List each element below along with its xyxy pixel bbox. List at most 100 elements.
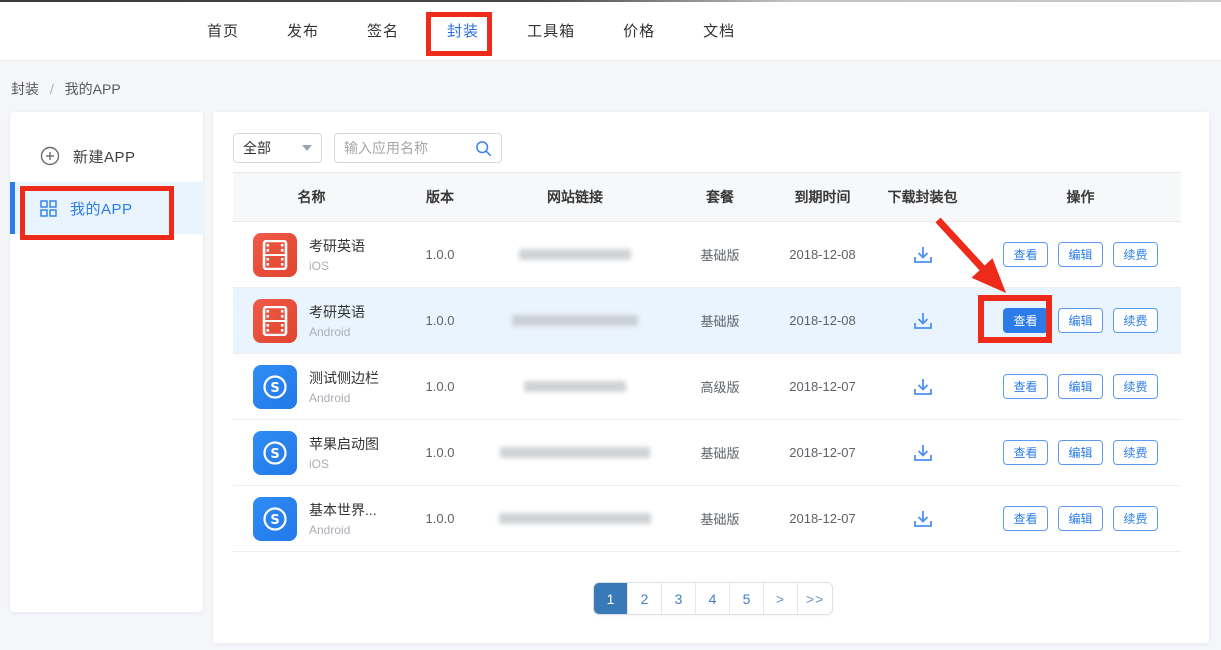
breadcrumb-current: 我的APP	[65, 81, 121, 97]
renew-button[interactable]: 续费	[1113, 308, 1158, 333]
view-button[interactable]: 查看	[1003, 440, 1048, 465]
last-page-button[interactable]: >>	[798, 583, 832, 614]
page-button-5[interactable]: 5	[730, 583, 764, 614]
svg-text:S: S	[270, 381, 279, 396]
blurred-website-link	[499, 513, 651, 524]
sidebar-item-new-app[interactable]: 新建APP	[10, 130, 203, 182]
header-package: 套餐	[660, 187, 780, 207]
edit-button[interactable]: 编辑	[1058, 242, 1103, 267]
breadcrumb: 封装 / 我的APP	[11, 79, 121, 99]
view-button[interactable]: 查看	[1003, 506, 1048, 531]
nav-item-package[interactable]: 封装	[447, 16, 479, 45]
sidebar-item-new-app-label: 新建APP	[73, 146, 136, 167]
renew-button[interactable]: 续费	[1113, 506, 1158, 531]
app-expiry-date: 2018-12-08	[780, 313, 865, 328]
header-link: 网站链接	[490, 187, 660, 207]
nav-item-home[interactable]: 首页	[207, 16, 239, 45]
svg-text:S: S	[270, 513, 279, 528]
grid-icon	[40, 200, 57, 217]
sidebar-item-my-app[interactable]: 我的APP	[10, 182, 203, 234]
nav-item-publish[interactable]: 发布	[287, 16, 319, 45]
app-version: 1.0.0	[390, 511, 490, 526]
page-button-3[interactable]: 3	[662, 583, 696, 614]
category-select-value: 全部	[243, 138, 271, 158]
breadcrumb-separator: /	[50, 81, 54, 97]
app-name: 苹果启动图	[309, 434, 379, 454]
app-version: 1.0.0	[390, 247, 490, 262]
app-package-plan: 基础版	[660, 245, 780, 264]
app-platform: iOS	[309, 457, 379, 471]
edit-button[interactable]: 编辑	[1058, 374, 1103, 399]
table-row: S 测试侧边栏 Android 1.0.0 高级版 2018-12-07	[233, 354, 1181, 420]
chevron-down-icon	[302, 145, 312, 151]
app-version: 1.0.0	[390, 379, 490, 394]
blurred-website-link	[500, 447, 650, 458]
download-tray-icon[interactable]	[912, 310, 934, 332]
s-browser-app-icon: S	[253, 365, 297, 409]
nav-item-package-label: 封装	[447, 23, 479, 40]
app-name: 考研英语	[309, 302, 365, 322]
download-tray-icon[interactable]	[912, 508, 934, 530]
page-button-2[interactable]: 2	[628, 583, 662, 614]
header-name: 名称	[233, 187, 390, 207]
s-browser-app-icon: S	[253, 431, 297, 475]
app-package-plan: 高级版	[660, 377, 780, 396]
app-expiry-date: 2018-12-07	[780, 379, 865, 394]
app-name: 测试侧边栏	[309, 368, 379, 388]
app-package-plan: 基础版	[660, 443, 780, 462]
app-platform: Android	[309, 523, 377, 537]
edit-button[interactable]: 编辑	[1058, 308, 1103, 333]
search-input[interactable]	[344, 140, 462, 156]
app-package-plan: 基础版	[660, 311, 780, 330]
next-page-button[interactable]: >	[764, 583, 798, 614]
renew-button[interactable]: 续费	[1113, 440, 1158, 465]
download-tray-icon[interactable]	[912, 376, 934, 398]
blurred-website-link	[524, 381, 626, 392]
header-version: 版本	[390, 187, 490, 207]
filter-bar: 全部	[233, 133, 502, 163]
search-box	[334, 133, 502, 163]
pagination: 1 2 3 4 5 > >>	[593, 582, 833, 615]
breadcrumb-section[interactable]: 封装	[11, 81, 39, 97]
download-tray-icon[interactable]	[912, 244, 934, 266]
app-expiry-date: 2018-12-07	[780, 511, 865, 526]
view-button[interactable]: 查看	[1003, 374, 1048, 399]
magnifier-icon[interactable]	[475, 140, 492, 157]
category-select[interactable]: 全部	[233, 133, 322, 163]
blurred-website-link	[512, 315, 638, 326]
plus-circle-icon	[40, 146, 60, 166]
app-expiry-date: 2018-12-07	[780, 445, 865, 460]
film-app-icon	[253, 299, 297, 343]
header-download: 下载封装包	[865, 187, 980, 207]
app-platform: iOS	[309, 259, 365, 273]
app-platform: Android	[309, 391, 379, 405]
app-platform: Android	[309, 325, 365, 339]
film-app-icon	[253, 233, 297, 277]
window-top-edge	[0, 0, 1221, 2]
download-tray-icon[interactable]	[912, 442, 934, 464]
nav-item-toolbox[interactable]: 工具箱	[527, 16, 575, 45]
s-browser-app-icon: S	[253, 497, 297, 541]
edit-button[interactable]: 编辑	[1058, 506, 1103, 531]
app-package-plan: 基础版	[660, 509, 780, 528]
table-header-row: 名称 版本 网站链接 套餐 到期时间 下载封装包 操作	[233, 172, 1181, 222]
sidebar: 新建APP 我的APP	[10, 112, 203, 612]
view-button-highlighted[interactable]: 查看	[1003, 308, 1048, 333]
edit-button[interactable]: 编辑	[1058, 440, 1103, 465]
app-name: 基本世界...	[309, 500, 377, 520]
view-button[interactable]: 查看	[1003, 242, 1048, 267]
top-navigation-bar: 首页 发布 签名 封装 工具箱 价格 文档	[0, 0, 1221, 61]
nav-item-signature[interactable]: 签名	[367, 16, 399, 45]
renew-button[interactable]: 续费	[1113, 242, 1158, 267]
page-button-4[interactable]: 4	[696, 583, 730, 614]
nav-item-docs[interactable]: 文档	[703, 16, 735, 45]
svg-text:S: S	[270, 447, 279, 462]
active-tab-underline	[443, 52, 483, 55]
renew-button[interactable]: 续费	[1113, 374, 1158, 399]
app-version: 1.0.0	[390, 313, 490, 328]
table-row: S 基本世界... Android 1.0.0 基础版 2018-12-07	[233, 486, 1181, 552]
nav-item-price[interactable]: 价格	[623, 16, 655, 45]
header-expiry: 到期时间	[780, 187, 865, 207]
page-button-1[interactable]: 1	[594, 583, 628, 614]
main-panel: 全部 名称 版本 网站链接 套餐 到期时间 下载封装包 操作	[213, 112, 1209, 643]
